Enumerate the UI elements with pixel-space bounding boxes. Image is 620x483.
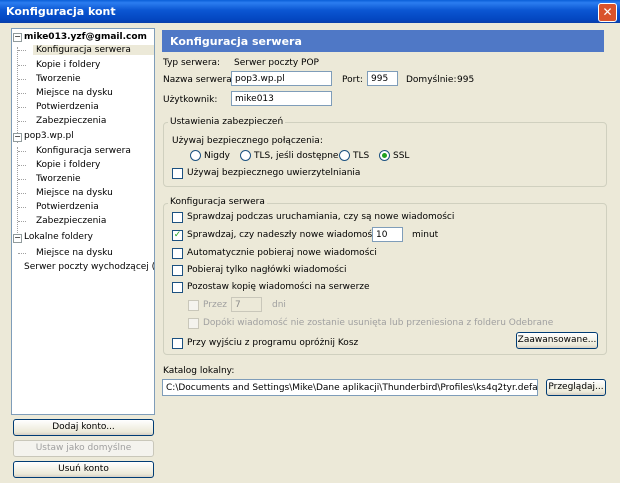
port-input[interactable]: 995 [367, 71, 398, 86]
auto-download-label: Automatycznie pobieraj nowe wiadomości [187, 248, 377, 258]
window-title: Konfiguracja kont [6, 5, 116, 18]
radio-never[interactable] [190, 150, 201, 161]
tree-item-copies[interactable]: Kopie i foldery [36, 160, 100, 170]
radio-never-label: Nigdy [204, 151, 230, 161]
tree-item-receipts[interactable]: Potwierdzenia [36, 202, 99, 212]
radio-tls-label: TLS [353, 151, 370, 161]
secure-connection-label: Używaj bezpiecznego połączenia: [172, 136, 323, 146]
tree-item-disk-space[interactable]: Miejsce na dysku [36, 88, 113, 98]
username-input[interactable]: mike013 [231, 91, 332, 106]
server-name-input[interactable]: pop3.wp.pl [231, 71, 332, 86]
check-startup-checkbox[interactable] [172, 212, 183, 223]
until-deleted-label: Dopóki wiadomość nie zostanie usunięta l… [203, 318, 554, 328]
radio-ssl[interactable] [379, 150, 390, 161]
tree-item-security[interactable]: Zabezpieczenia [36, 116, 106, 126]
server-type-label: Typ serwera: [163, 58, 221, 68]
empty-trash-label: Przy wyjściu z programu opróżnij Kosz [187, 338, 359, 348]
security-group-title: Ustawienia zabezpieczeń [168, 117, 286, 127]
panel-title: Konfiguracja serwera [170, 35, 302, 48]
collapse-icon[interactable]: − [13, 133, 22, 142]
browse-button[interactable]: Przeglądaj... [546, 379, 606, 396]
tree-item-disk-space[interactable]: Miejsce na dysku [36, 188, 113, 198]
keep-for-checkbox[interactable] [188, 300, 199, 311]
until-deleted-checkbox[interactable] [188, 318, 199, 329]
minutes-label: minut [412, 230, 439, 240]
server-config-group-title: Konfiguracja serwera [168, 197, 267, 207]
collapse-icon[interactable]: − [13, 33, 22, 42]
server-type-value: Serwer poczty POP [234, 58, 319, 68]
local-dir-path[interactable]: C:\Documents and Settings\Mike\Dane apli… [162, 379, 538, 396]
auto-download-checkbox[interactable] [172, 248, 183, 259]
keep-days-input[interactable]: 7 [231, 297, 262, 312]
check-minutes-input[interactable]: 10 [372, 227, 403, 242]
tree-item-copies[interactable]: Kopie i foldery [36, 60, 100, 70]
tree-item-server-settings[interactable]: Konfiguracja serwera [33, 45, 154, 55]
empty-trash-checkbox[interactable] [172, 338, 183, 349]
leave-copy-label: Pozostaw kopię wiadomości na serwerze [187, 282, 370, 292]
secure-auth-label: Używaj bezpiecznego uwierzytelniania [187, 168, 361, 178]
tree-item-receipts[interactable]: Potwierdzenia [36, 102, 99, 112]
tree-item-composition[interactable]: Tworzenie [36, 74, 81, 84]
default-port-label: Domyślnie: [406, 75, 457, 85]
local-dir-label: Katalog lokalny: [163, 366, 235, 376]
tree-item-disk-space[interactable]: Miejsce na dysku [36, 248, 113, 258]
port-label: Port: [342, 75, 363, 85]
tree-item-security[interactable]: Zabezpieczenia [36, 216, 106, 226]
add-account-button[interactable]: Dodaj konto... [13, 419, 154, 436]
keep-for-label: Przez [203, 300, 227, 310]
radio-tls-if-available[interactable] [240, 150, 251, 161]
check-startup-label: Sprawdzaj podczas uruchamiania, czy są n… [187, 212, 455, 222]
check-every-label: Sprawdzaj, czy nadeszły nowe wiadomości … [187, 230, 393, 240]
radio-tls[interactable] [339, 150, 350, 161]
server-name-label: Nazwa serwera: [163, 75, 235, 85]
username-label: Użytkownik: [163, 95, 218, 105]
headers-only-checkbox[interactable] [172, 265, 183, 276]
account-tree[interactable]: − mike013.yzf@gmail.com Konfiguracja ser… [11, 28, 155, 415]
close-button[interactable]: ✕ [598, 3, 617, 22]
radio-tls-if-available-label: TLS, jeśli dostępne [254, 151, 339, 161]
leave-copy-checkbox[interactable] [172, 282, 183, 293]
tree-account-gmail[interactable]: mike013.yzf@gmail.com [24, 32, 147, 42]
remove-account-button[interactable]: Usuń konto [13, 461, 154, 478]
tree-item-outgoing-server[interactable]: Serwer poczty wychodzącej (S... [24, 262, 154, 272]
collapse-icon[interactable]: − [13, 234, 22, 243]
days-label: dni [272, 300, 286, 310]
secure-auth-checkbox[interactable] [172, 168, 183, 179]
advanced-button[interactable]: Zaawansowane... [516, 332, 598, 349]
tree-item-server-settings[interactable]: Konfiguracja serwera [36, 146, 131, 156]
set-default-button[interactable]: Ustaw jako domyślne [13, 440, 154, 457]
headers-only-label: Pobieraj tylko nagłówki wiadomości [187, 265, 347, 275]
default-port-value: 995 [457, 75, 475, 85]
check-every-checkbox[interactable]: ✓ [172, 230, 183, 241]
tree-account-wp[interactable]: pop3.wp.pl [24, 131, 74, 141]
tree-account-local[interactable]: Lokalne foldery [24, 232, 93, 242]
radio-ssl-label: SSL [393, 151, 410, 161]
tree-item-composition[interactable]: Tworzenie [36, 174, 81, 184]
